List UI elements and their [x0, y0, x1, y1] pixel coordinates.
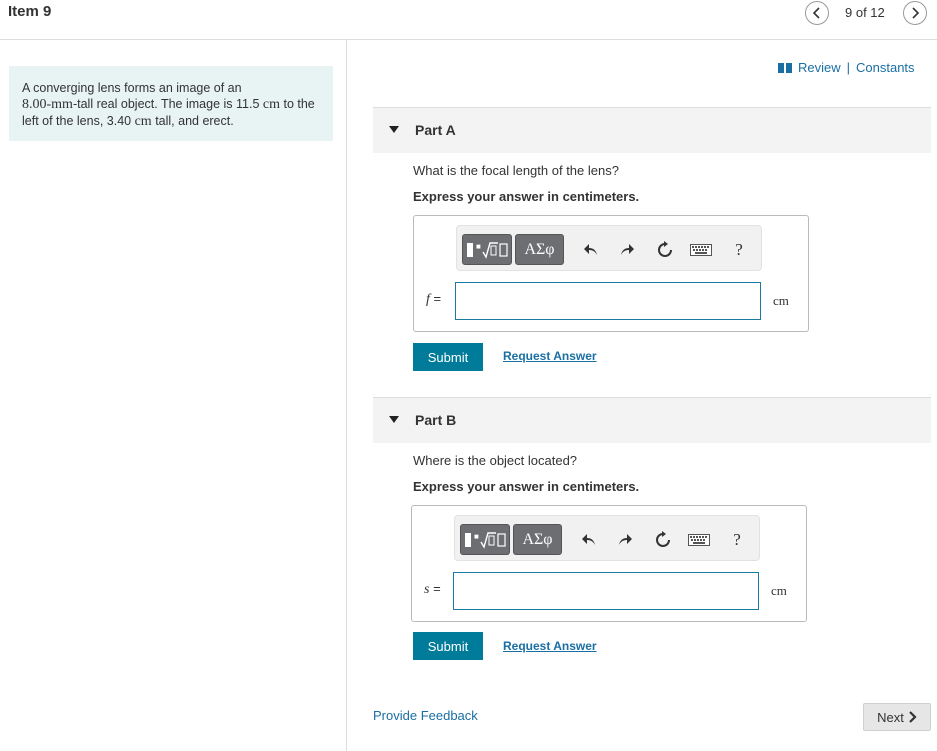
collapse-triangle-icon — [389, 126, 399, 133]
panel-divider — [346, 40, 347, 751]
collapse-triangle-icon — [389, 416, 399, 423]
review-link[interactable]: Review — [798, 60, 841, 75]
part-b-question: Where is the object located? — [413, 453, 578, 468]
problem-unit: cm — [134, 114, 152, 129]
part-a-label: Part A — [415, 122, 456, 138]
problem-text: -tall real object. The image is 11.5 — [72, 97, 260, 111]
part-b-request-answer-link[interactable]: Request Answer — [503, 639, 597, 653]
link-separator: | — [846, 60, 851, 75]
help-icon[interactable]: ? — [727, 530, 747, 550]
review-constants-links: Review | Constants — [778, 60, 915, 75]
part-b-instruction: Express your answer in centimeters. — [413, 479, 640, 494]
chevron-left-icon — [812, 7, 820, 19]
reset-icon[interactable] — [653, 530, 673, 550]
greek-letters-button[interactable]: ΑΣφ — [515, 234, 564, 265]
provide-feedback-link[interactable]: Provide Feedback — [373, 708, 478, 723]
part-b-header[interactable]: Part B — [373, 397, 931, 443]
top-bar: Item 9 9 of 12 — [0, 0, 937, 40]
redo-icon[interactable] — [617, 240, 637, 260]
math-toolbar: ■ ΑΣφ ? — [456, 225, 762, 271]
math-template-icon: ■ — [465, 532, 506, 549]
unit-label: cm — [773, 293, 789, 308]
math-template-button[interactable]: ■ — [460, 524, 510, 555]
svg-text:■: ■ — [474, 532, 479, 541]
math-template-icon: ■ — [467, 242, 508, 259]
variable-symbol: s — [424, 582, 430, 597]
undo-icon[interactable] — [581, 240, 601, 260]
constants-link[interactable]: Constants — [856, 60, 915, 75]
part-a-submit-button[interactable]: Submit — [413, 343, 483, 371]
part-a-question: What is the focal length of the lens? — [413, 163, 619, 178]
problem-text: A converging lens forms an image of an — [22, 81, 242, 95]
problem-statement: A converging lens forms an image of an 8… — [9, 66, 333, 141]
equals-sign: = — [433, 291, 442, 306]
part-a-answer-box: ■ ΑΣφ ? f = cm — [413, 215, 809, 332]
help-icon[interactable]: ? — [729, 240, 749, 260]
undo-icon[interactable] — [579, 530, 599, 550]
problem-unit: cm — [262, 97, 280, 112]
unit-label: cm — [771, 583, 787, 598]
equals-sign: = — [433, 581, 441, 596]
redo-icon[interactable] — [615, 530, 635, 550]
keyboard-icon[interactable] — [687, 530, 711, 550]
part-b-answer-input[interactable] — [453, 572, 759, 610]
next-item-button[interactable] — [903, 1, 927, 25]
math-toolbar: ■ ΑΣφ ? — [454, 515, 760, 561]
book-icon — [778, 62, 792, 73]
next-button[interactable]: Next — [863, 703, 931, 731]
chevron-right-icon — [912, 7, 920, 19]
part-b-submit-button[interactable]: Submit — [413, 632, 483, 660]
variable-label: s = — [424, 581, 441, 598]
chevron-right-icon — [909, 711, 917, 723]
part-a-instruction: Express your answer in centimeters. — [413, 189, 640, 204]
variable-label: f = — [426, 291, 441, 308]
math-template-button[interactable]: ■ — [462, 234, 512, 265]
previous-item-button[interactable] — [805, 1, 829, 25]
keyboard-icon[interactable] — [689, 240, 713, 260]
part-a-header[interactable]: Part A — [373, 107, 931, 153]
part-a-answer-input[interactable] — [455, 282, 761, 320]
problem-text: tall, and erect. — [155, 114, 234, 128]
part-b-answer-box: ■ ΑΣφ ? s = cm — [411, 505, 807, 622]
greek-letters-button[interactable]: ΑΣφ — [513, 524, 562, 555]
item-counter: 9 of 12 — [845, 5, 885, 20]
reset-icon[interactable] — [655, 240, 675, 260]
part-a-request-answer-link[interactable]: Request Answer — [503, 349, 597, 363]
variable-symbol: f — [426, 292, 430, 307]
part-b-label: Part B — [415, 412, 457, 428]
svg-text:■: ■ — [476, 242, 481, 251]
problem-value: 8.00-mm — [22, 97, 73, 112]
next-label: Next — [877, 709, 904, 725]
item-title: Item 9 — [8, 3, 52, 20]
